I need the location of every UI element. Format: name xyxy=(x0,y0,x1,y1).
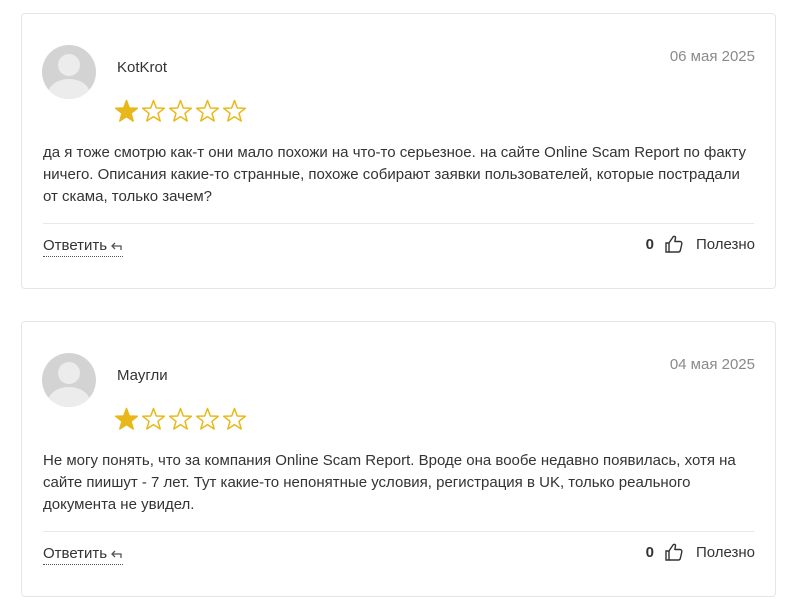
thumbs-up-icon[interactable] xyxy=(664,542,684,562)
review-author: Маугли xyxy=(117,367,168,384)
review-card: Маугли 04 мая 2025 Не могу понять, что з… xyxy=(21,321,776,597)
reply-label: Ответить xyxy=(43,237,108,254)
star-rating xyxy=(113,98,248,125)
avatar-body xyxy=(48,79,90,99)
reply-button[interactable]: Ответить xyxy=(43,237,124,257)
star-empty-icon xyxy=(168,99,193,122)
divider xyxy=(43,223,754,224)
helpful-label: Полезно xyxy=(695,543,755,561)
star-filled-icon xyxy=(114,407,139,430)
reply-arrow-icon xyxy=(111,242,122,250)
reply-label: Ответить xyxy=(43,545,108,562)
avatar-body xyxy=(48,387,90,407)
avatar-head xyxy=(58,362,80,384)
star-empty-icon xyxy=(222,407,247,430)
review-card: KotKrot 06 мая 2025 да я тоже смотрю как… xyxy=(21,13,776,289)
avatar-head xyxy=(58,54,80,76)
star-empty-icon xyxy=(195,99,220,122)
helpful-count: 0 xyxy=(645,235,654,253)
divider xyxy=(43,531,754,532)
star-empty-icon xyxy=(222,99,247,122)
star-empty-icon xyxy=(195,407,220,430)
review-text: да я тоже смотрю как-т они мало похожи н… xyxy=(43,144,746,205)
helpful-label: Полезно xyxy=(695,235,755,253)
review-date: 06 мая 2025 xyxy=(669,48,755,65)
helpful-block: 0 Полезно xyxy=(646,234,755,254)
avatar xyxy=(42,353,96,407)
star-empty-icon xyxy=(141,99,166,122)
review-text: Не могу понять, что за компания Online S… xyxy=(43,452,736,513)
reply-arrow-icon xyxy=(111,550,122,558)
reply-button[interactable]: Ответить xyxy=(43,545,124,565)
thumbs-up-icon[interactable] xyxy=(664,234,684,254)
helpful-block: 0 Полезно xyxy=(646,542,755,562)
star-empty-icon xyxy=(141,407,166,430)
star-filled-icon xyxy=(114,99,139,122)
avatar xyxy=(42,45,96,99)
helpful-count: 0 xyxy=(645,543,654,561)
review-date: 04 мая 2025 xyxy=(669,356,755,373)
star-rating xyxy=(113,406,248,433)
star-empty-icon xyxy=(168,407,193,430)
review-author: KotKrot xyxy=(117,59,168,76)
